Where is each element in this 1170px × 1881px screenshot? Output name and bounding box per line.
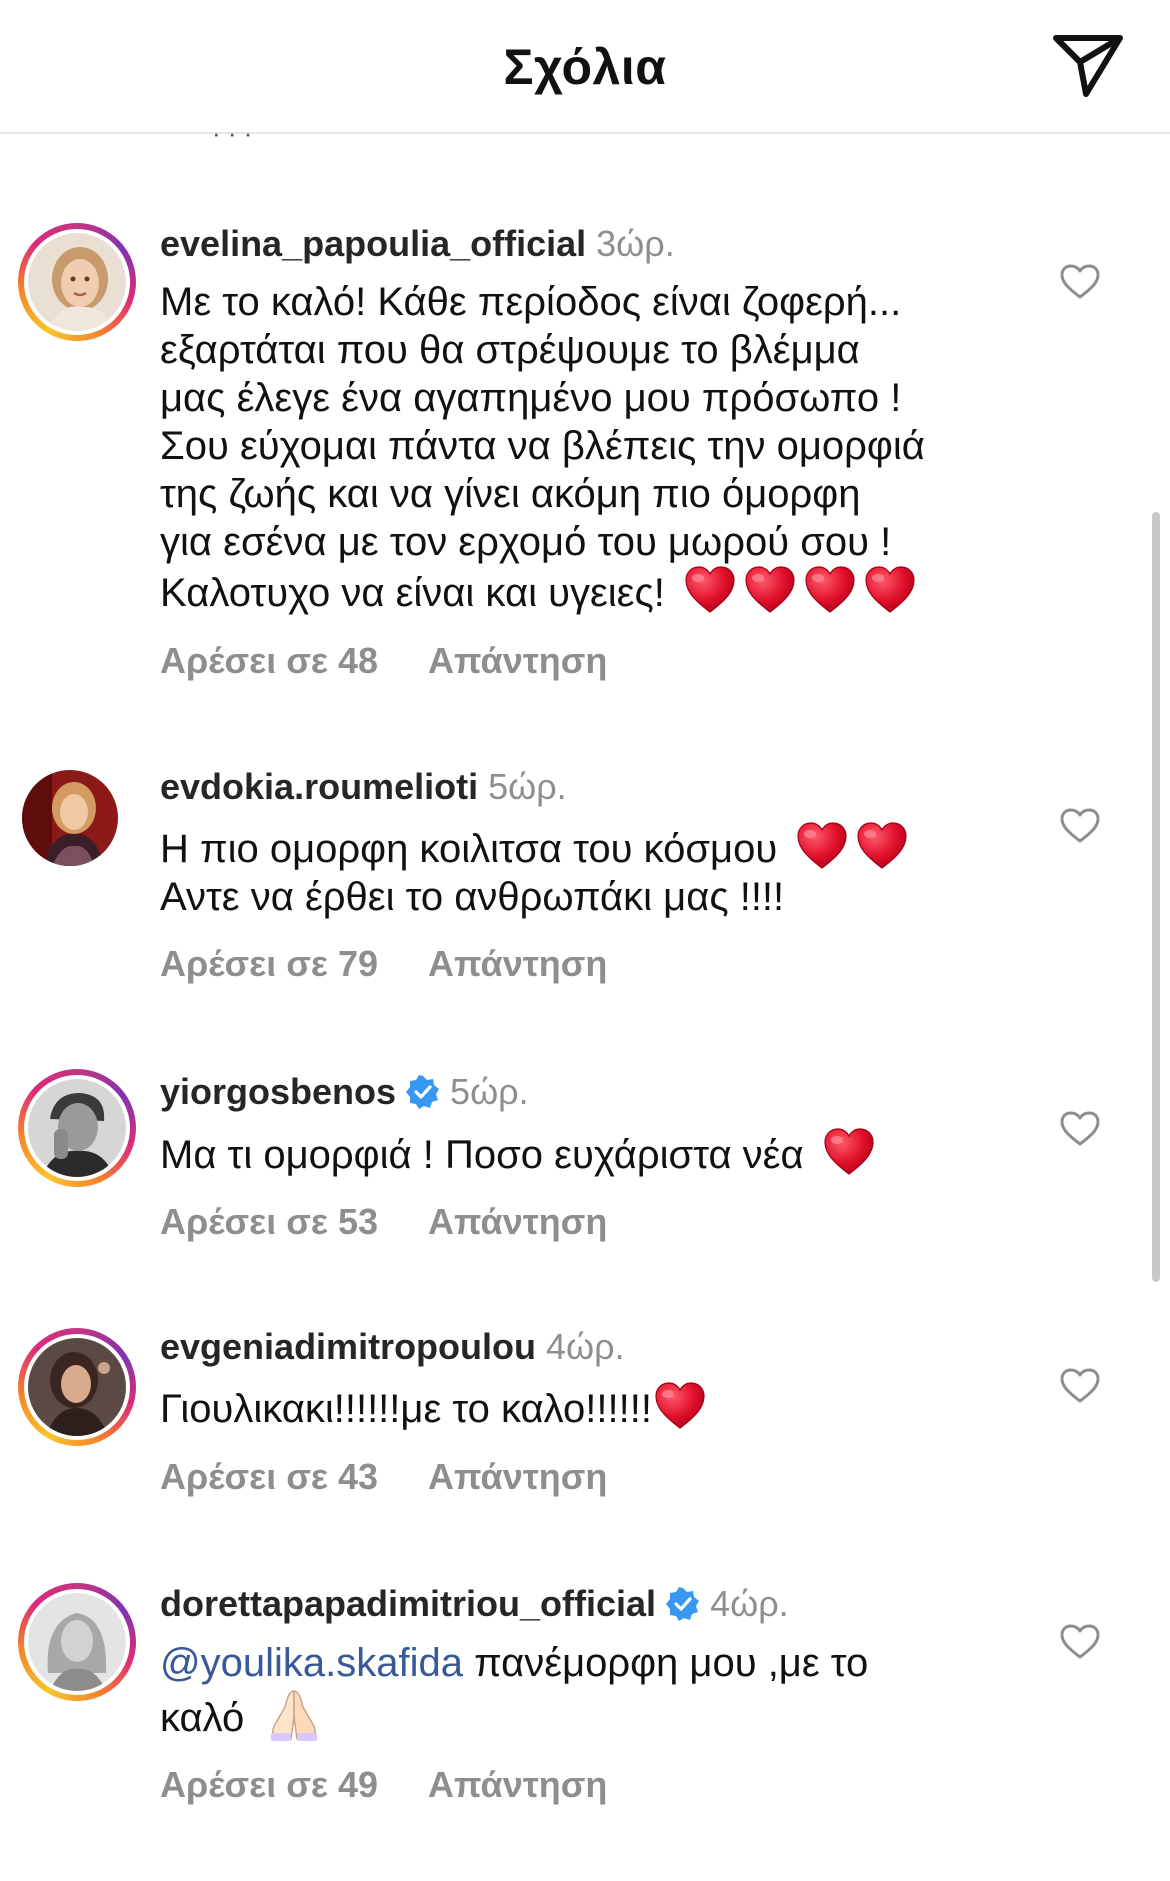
username[interactable]: dorettapapadimitriou_official [160,1583,656,1624]
likes-count[interactable]: Αρέσει σε 49 [160,1764,378,1805]
avatar [28,233,126,331]
red-heart-emoji-icon [823,1128,875,1176]
likes-count[interactable]: Αρέσει σε 43 [160,1456,378,1497]
avatar-ring[interactable] [18,1069,136,1187]
username[interactable]: evdokia.roumelioti [160,766,478,807]
clipped-text-above: · · · [212,118,253,148]
red-heart-emoji-icon [864,566,916,614]
avatar-ring[interactable] [18,766,136,884]
reply-button[interactable]: Απάντηση [428,1456,607,1497]
like-heart-icon[interactable] [1060,1111,1100,1147]
comments-header: Σχόλια [0,0,1170,134]
like-heart-icon[interactable] [1060,1624,1100,1660]
red-heart-emoji-icon [796,822,848,870]
reply-button[interactable]: Απάντηση [428,1201,607,1242]
reply-button[interactable]: Απάντηση [428,1764,607,1805]
red-heart-emoji-icon [804,566,856,614]
comment-time: 3ώρ. [596,223,675,264]
likes-count[interactable]: Αρέσει σε 79 [160,943,378,984]
avatar [28,1338,126,1436]
verified-badge-icon [406,1075,440,1109]
reply-button[interactable]: Απάντηση [428,943,607,984]
red-heart-emoji-icon [856,822,908,870]
reply-button[interactable]: Απάντηση [428,640,607,681]
red-heart-emoji-icon [654,1382,706,1430]
verified-badge-icon [666,1587,700,1621]
comment-text: Με το καλό! Κάθε περίοδος είναι ζοφερή..… [160,280,925,615]
comment-text: Η πιο ομορφη κοιλιτσα του κόσμου Αντε να… [160,822,1030,921]
like-heart-icon[interactable] [1060,808,1100,844]
like-heart-icon[interactable] [1060,1368,1100,1404]
likes-count[interactable]: Αρέσει σε 53 [160,1201,378,1242]
username[interactable]: evgeniadimitropoulou [160,1326,536,1367]
mention-link[interactable]: @youlika.skafida [160,1641,463,1685]
comment-text: Μα τι ομορφιά ! Ποσο ευχάριστα νέα [160,1128,1030,1179]
avatar [22,770,118,866]
avatar [28,1593,126,1691]
avatar-ring[interactable] [18,223,136,341]
likes-count[interactable]: Αρέσει σε 48 [160,640,378,681]
send-icon[interactable] [1052,32,1124,98]
comment-text: Γιουλικακι!!!!!!με το καλο!!!!!! [160,1382,1030,1433]
username[interactable]: yiorgosbenos [160,1071,396,1112]
comment-time: 4ώρ. [546,1326,625,1367]
avatar [28,1079,126,1177]
avatar-ring[interactable] [18,1583,136,1701]
red-heart-emoji-icon [684,566,736,614]
praying-hands-emoji-icon [271,1690,318,1741]
comment-text: @youlika.skafida πανέμορφη μου ,με το κα… [160,1641,869,1741]
comment-time: 5ώρ. [488,766,567,807]
comment-time: 4ώρ. [710,1583,789,1624]
scrollbar[interactable] [1152,512,1160,1282]
comment-time: 5ώρ. [450,1071,529,1112]
username[interactable]: evelina_papoulia_official [160,223,586,264]
avatar-ring[interactable] [18,1328,136,1446]
like-heart-icon[interactable] [1060,264,1100,300]
red-heart-emoji-icon [744,566,796,614]
page-title: Σχόλια [503,39,667,95]
